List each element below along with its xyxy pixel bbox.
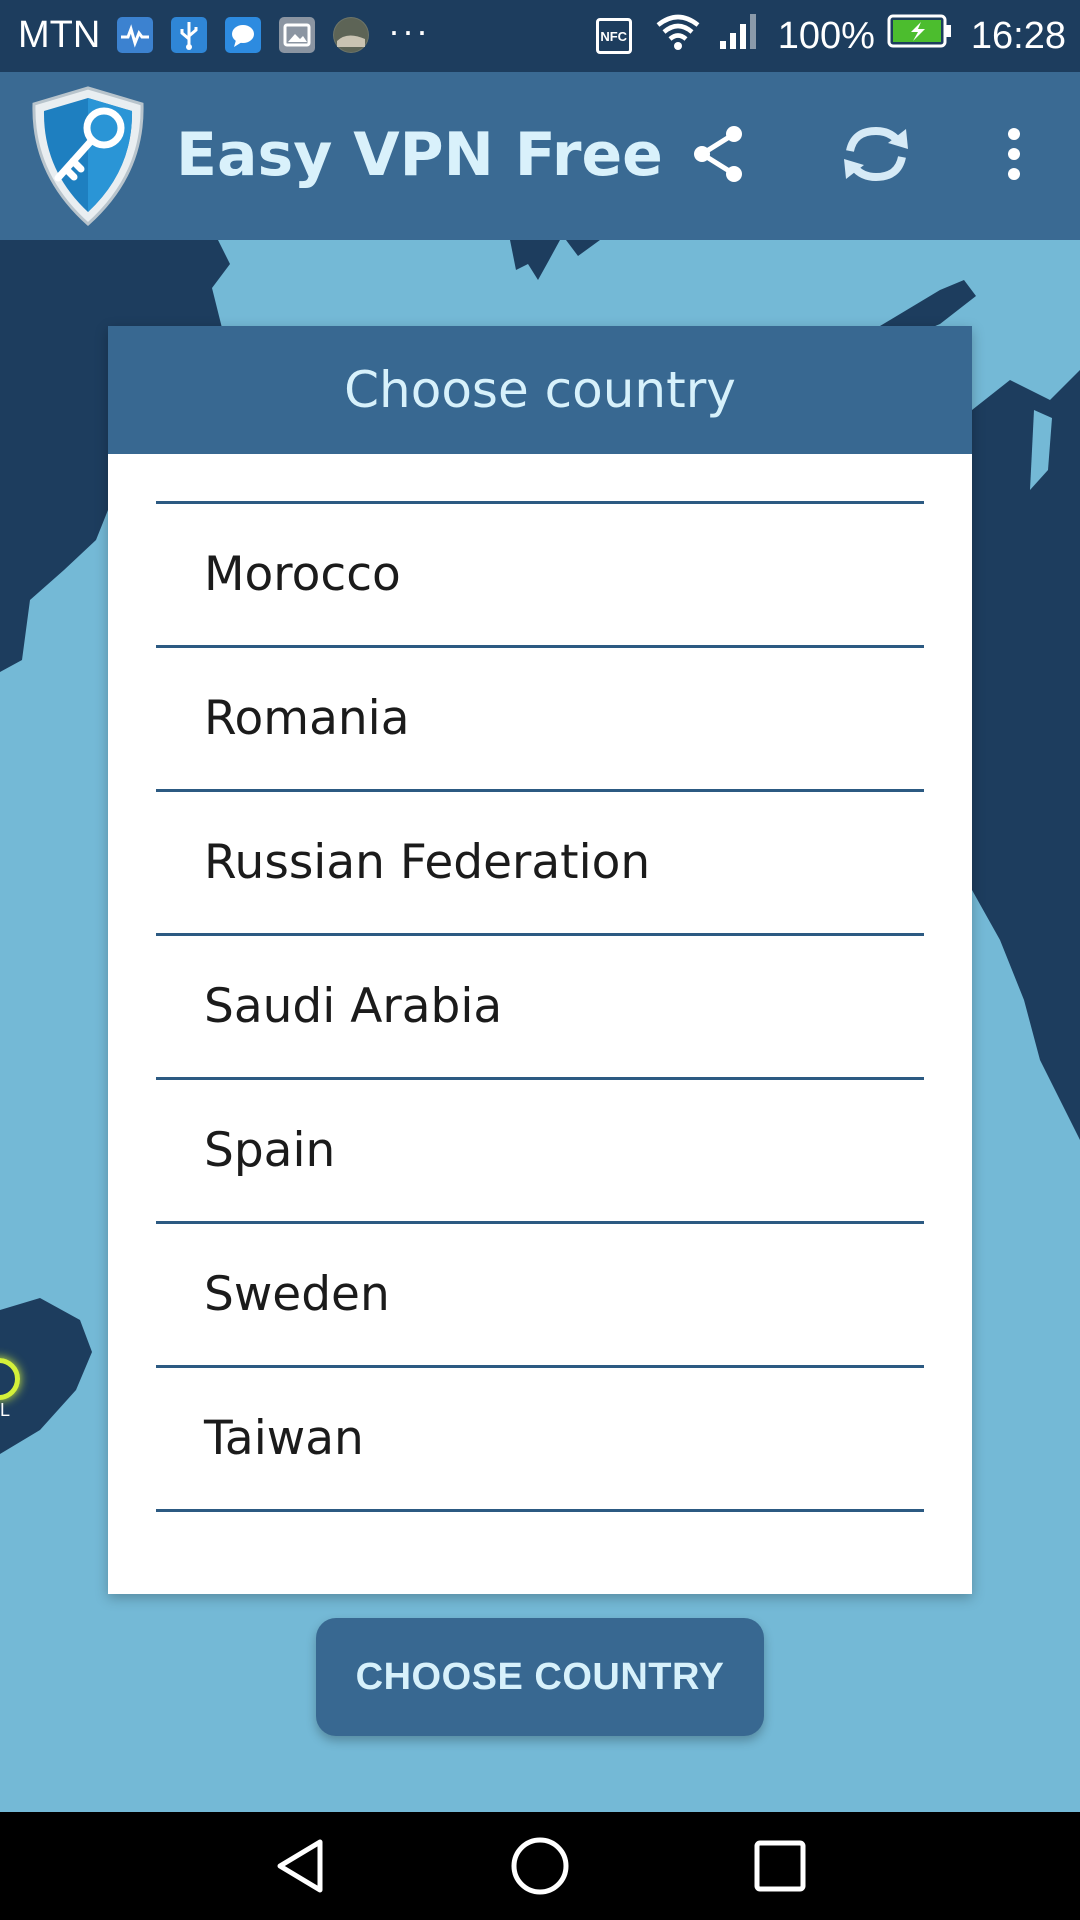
country-item-spain[interactable]: Spain [156, 1080, 924, 1224]
country-item-taiwan[interactable]: Taiwan [156, 1368, 924, 1512]
country-item-romania[interactable]: Romania [156, 648, 924, 792]
back-icon [270, 1836, 330, 1901]
home-icon [509, 1835, 571, 1902]
country-item-russian-federation[interactable]: Russian Federation [156, 792, 924, 936]
back-button[interactable] [264, 1832, 336, 1904]
clock: 16:28 [970, 14, 1066, 57]
overflow-menu-button[interactable] [972, 114, 1056, 198]
share-icon [688, 122, 752, 191]
nfc-label: NFC [600, 28, 628, 44]
recents-button[interactable] [744, 1832, 816, 1904]
home-button[interactable] [504, 1832, 576, 1904]
usb-icon [171, 17, 207, 53]
battery-percent: 100% [777, 14, 875, 57]
gallery-icon [279, 17, 315, 53]
country-item-saudi-arabia[interactable]: Saudi Arabia [156, 936, 924, 1080]
choose-country-dialog: Choose country Morocco Romania Russian F… [108, 326, 972, 1594]
status-bar: MTN ··· NFC 100% 16:28 [0, 0, 1080, 72]
dialog-title: Choose country [344, 361, 736, 419]
heart-monitor-icon [117, 17, 153, 53]
share-button[interactable] [678, 114, 762, 198]
choose-country-button[interactable]: CHOOSE COUNTRY [316, 1618, 764, 1736]
nfc-icon: NFC [595, 18, 632, 54]
country-list[interactable]: Morocco Romania Russian Federation Saudi… [156, 501, 924, 1512]
overflow-menu-icon [1004, 124, 1024, 189]
navigation-bar [0, 1812, 1080, 1920]
wifi-icon [654, 11, 702, 61]
battery-charging-icon [887, 14, 953, 58]
app-bar: Easy VPN Free [0, 72, 1080, 240]
more-notifications-indicator: ··· [388, 10, 430, 51]
app-title: Easy VPN Free [176, 120, 663, 190]
refresh-icon [836, 121, 916, 192]
country-item-morocco[interactable]: Morocco [156, 504, 924, 648]
message-icon [225, 17, 261, 53]
photo-thumbnail-icon [333, 17, 369, 53]
status-right-cluster: NFC 100% 16:28 [595, 11, 1066, 61]
server-location-label: L [0, 1400, 11, 1420]
country-item-sweden[interactable]: Sweden [156, 1224, 924, 1368]
signal-icon [718, 11, 762, 61]
refresh-button[interactable] [834, 114, 918, 198]
shield-key-logo [26, 84, 150, 228]
recents-icon [752, 1838, 808, 1899]
carrier-label: MTN [18, 14, 101, 56]
dialog-header: Choose country [108, 326, 972, 454]
